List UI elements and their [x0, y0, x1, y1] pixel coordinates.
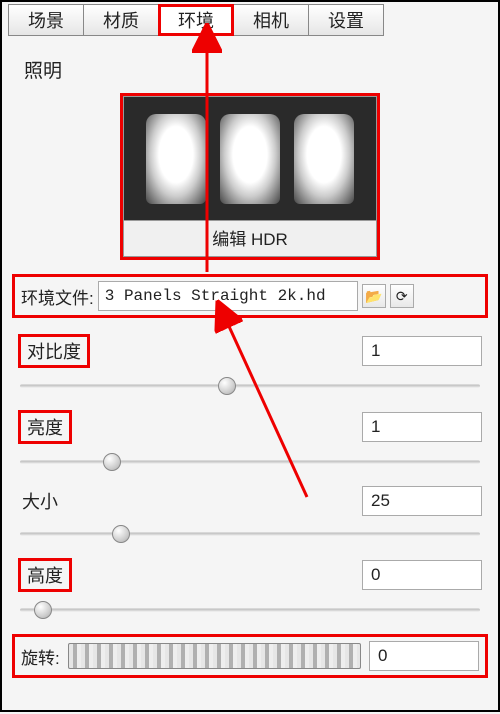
hdr-preview[interactable]: [123, 96, 377, 221]
brightness-label: 亮度: [18, 410, 72, 444]
env-file-row: 环境文件: 3 Panels Straight 2k.hd 📂 ⟳: [12, 274, 488, 318]
tab-environment[interactable]: 环境: [158, 4, 234, 36]
tab-settings[interactable]: 设置: [308, 4, 384, 36]
hdr-panel-light: [294, 114, 354, 204]
slider-rail: [20, 385, 480, 388]
slider-rail: [20, 461, 480, 464]
hdr-panel-light: [220, 114, 280, 204]
slider-rail: [20, 533, 480, 536]
section-lighting-title: 照明: [24, 56, 488, 83]
rotation-value: 0: [378, 646, 387, 666]
rotation-value-input[interactable]: 0: [369, 641, 479, 671]
param-size: 大小 25: [12, 486, 488, 540]
param-rotation: 旋转: 0: [12, 634, 488, 678]
tab-label: 设置: [328, 7, 364, 33]
env-file-value: 3 Panels Straight 2k.hd: [105, 287, 326, 305]
contrast-slider[interactable]: [20, 380, 480, 392]
tab-label: 相机: [253, 7, 289, 33]
refresh-icon: ⟳: [396, 288, 408, 305]
size-label: 大小: [18, 486, 62, 516]
size-value: 25: [371, 491, 390, 511]
height-slider[interactable]: [20, 604, 480, 616]
hdr-panel-light: [146, 114, 206, 204]
size-value-input[interactable]: 25: [362, 486, 482, 516]
tab-camera[interactable]: 相机: [233, 4, 309, 36]
height-value-input[interactable]: 0: [362, 560, 482, 590]
height-value: 0: [371, 565, 380, 585]
brightness-value: 1: [371, 417, 380, 437]
tab-label: 环境: [178, 7, 214, 33]
folder-icon: 📂: [365, 288, 382, 305]
height-label: 高度: [18, 558, 72, 592]
contrast-label: 对比度: [18, 334, 90, 368]
param-contrast: 对比度 1: [12, 334, 488, 392]
tab-bar: 场景 材质 环境 相机 设置: [2, 2, 498, 38]
size-slider[interactable]: [20, 528, 480, 540]
slider-rail: [20, 609, 480, 612]
hdr-preview-block: 编辑 HDR: [120, 93, 380, 260]
rotation-label: 旋转:: [21, 644, 60, 669]
tab-label: 材质: [103, 7, 139, 33]
tab-scene[interactable]: 场景: [8, 4, 84, 36]
env-file-input[interactable]: 3 Panels Straight 2k.hd: [98, 281, 358, 311]
rotation-scrubber[interactable]: [68, 643, 361, 669]
param-height: 高度 0: [12, 558, 488, 616]
environment-panel: 照明 编辑 HDR 环境文件: 3 Panels Straight 2k.hd …: [2, 38, 498, 688]
tab-material[interactable]: 材质: [83, 4, 159, 36]
tab-label: 场景: [28, 7, 64, 33]
brightness-slider[interactable]: [20, 456, 480, 468]
slider-thumb[interactable]: [34, 601, 52, 619]
slider-thumb[interactable]: [218, 377, 236, 395]
slider-thumb[interactable]: [103, 453, 121, 471]
slider-thumb[interactable]: [112, 525, 130, 543]
hdr-edit-button[interactable]: 编辑 HDR: [123, 221, 377, 257]
param-brightness: 亮度 1: [12, 410, 488, 468]
env-file-label: 环境文件:: [21, 284, 94, 309]
refresh-button[interactable]: ⟳: [390, 284, 414, 308]
contrast-value: 1: [371, 341, 380, 361]
contrast-value-input[interactable]: 1: [362, 336, 482, 366]
open-file-button[interactable]: 📂: [362, 284, 386, 308]
brightness-value-input[interactable]: 1: [362, 412, 482, 442]
